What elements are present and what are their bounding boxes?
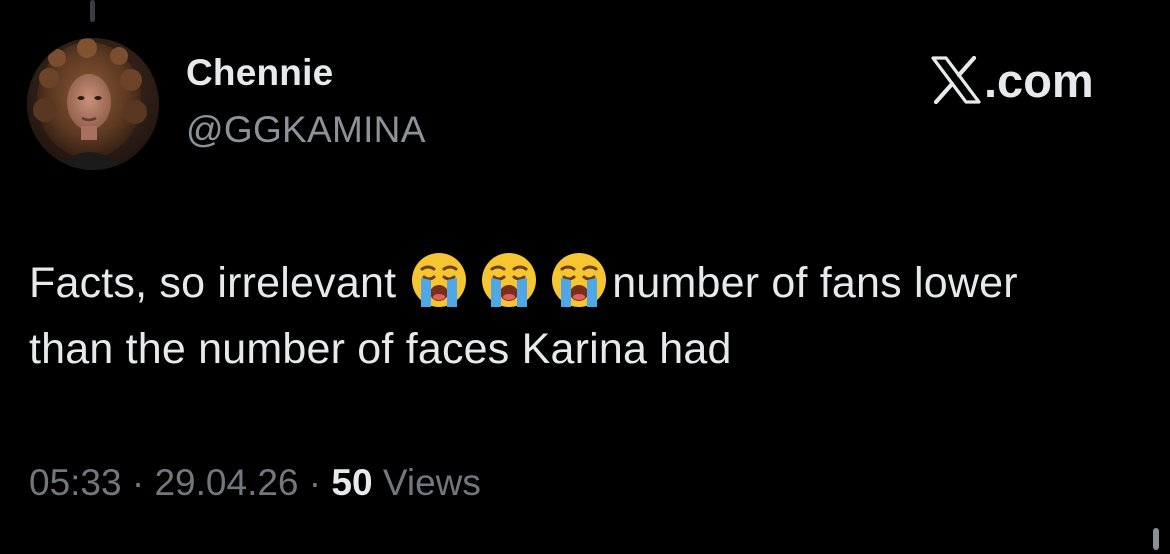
loudly-crying-face-icon [412,253,467,307]
author-display-name[interactable]: Chennie [186,52,333,94]
tweet-card: Chennie @GGKAMINA .com Facts, so irrelev… [0,0,1170,554]
tweet-body: Facts, so irrelevant number of fans lowe… [29,250,1089,382]
author-handle[interactable]: @GGKAMINA [186,109,426,151]
loudly-crying-face-icon [552,253,607,307]
tweet-time[interactable]: 05:33 [29,462,122,503]
thread-connector-line [90,0,95,22]
x-logo-icon [931,56,981,104]
views-count[interactable]: 50 [331,462,372,503]
emoji-group [410,251,608,309]
avatar[interactable] [27,38,159,170]
scrollbar-thumb[interactable] [1153,528,1159,550]
tweet-meta: 05:33 · 29.04.26 · 50 Views [29,462,481,504]
brand-domain-label: .com [984,53,1094,107]
x-com-watermark: .com [930,52,1094,108]
views-label[interactable]: Views [383,462,481,503]
meta-separator: · [308,462,322,503]
meta-separator: · [131,462,145,503]
loudly-crying-face-icon [482,253,537,307]
tweet-date[interactable]: 29.04.26 [154,462,298,503]
tweet-text-part-1: Facts, so irrelevant [29,259,397,307]
profile-photo-icon [27,38,159,170]
